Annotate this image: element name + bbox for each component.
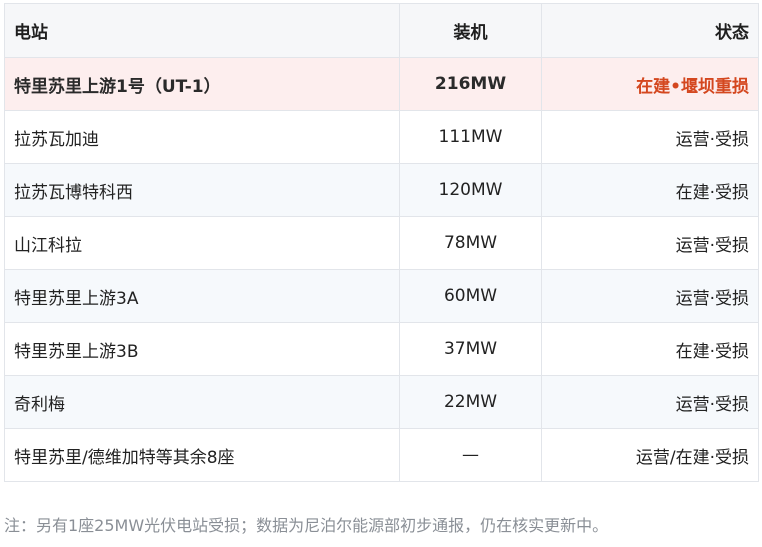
station-capacity: 60MW: [399, 269, 542, 323]
station-name: 奇利梅: [4, 375, 400, 429]
station-status: 运营/在建·受损: [541, 428, 759, 482]
station-capacity: 37MW: [399, 322, 542, 376]
station-capacity: 111MW: [399, 110, 542, 164]
station-name: 特里苏里/德维加特等其余8座: [4, 428, 400, 482]
station-capacity: 78MW: [399, 216, 542, 270]
station-status: 运营·受损: [541, 110, 759, 164]
header-status: 状态: [541, 3, 759, 58]
station-status: 在建·受损: [541, 322, 759, 376]
table-row: 特里苏里/德维加特等其余8座 — 运营/在建·受损: [4, 428, 759, 482]
station-name: 特里苏里上游3A: [4, 269, 400, 323]
station-status: 运营·受损: [541, 269, 759, 323]
station-name: 特里苏里上游1号（UT-1）: [4, 57, 400, 111]
station-capacity: —: [399, 428, 542, 482]
table-row: 特里苏里上游3B 37MW 在建·受损: [4, 322, 759, 376]
header-station: 电站: [4, 3, 400, 58]
table-row: 拉苏瓦博特科西 120MW 在建·受损: [4, 163, 759, 217]
station-capacity: 216MW: [399, 57, 542, 111]
station-name: 拉苏瓦博特科西: [4, 163, 400, 217]
station-status: 运营·受损: [541, 216, 759, 270]
station-capacity: 120MW: [399, 163, 542, 217]
station-status: 在建•堰坝重损: [541, 57, 759, 111]
station-name: 拉苏瓦加迪: [4, 110, 400, 164]
station-name: 特里苏里上游3B: [4, 322, 400, 376]
footnote: 注：另有1座25MW光伏电站受损；数据为尼泊尔能源部初步通报，仍在核实更新中。: [4, 516, 609, 535]
station-capacity: 22MW: [399, 375, 542, 429]
station-status: 在建·受损: [541, 163, 759, 217]
header-capacity: 装机: [399, 3, 542, 58]
table-row: 山江科拉 78MW 运营·受损: [4, 216, 759, 270]
station-name: 山江科拉: [4, 216, 400, 270]
station-status: 运营·受损: [541, 375, 759, 429]
hydropower-station-table: 电站 装机 状态 特里苏里上游1号（UT-1） 216MW 在建•堰坝重损 拉苏…: [4, 3, 759, 482]
table-header-row: 电站 装机 状态: [4, 3, 759, 58]
table-row: 拉苏瓦加迪 111MW 运营·受损: [4, 110, 759, 164]
table-row-highlight: 特里苏里上游1号（UT-1） 216MW 在建•堰坝重损: [4, 57, 759, 111]
table-row: 奇利梅 22MW 运营·受损: [4, 375, 759, 429]
page: 电站 装机 状态 特里苏里上游1号（UT-1） 216MW 在建•堰坝重损 拉苏…: [0, 0, 762, 547]
table-row: 特里苏里上游3A 60MW 运营·受损: [4, 269, 759, 323]
